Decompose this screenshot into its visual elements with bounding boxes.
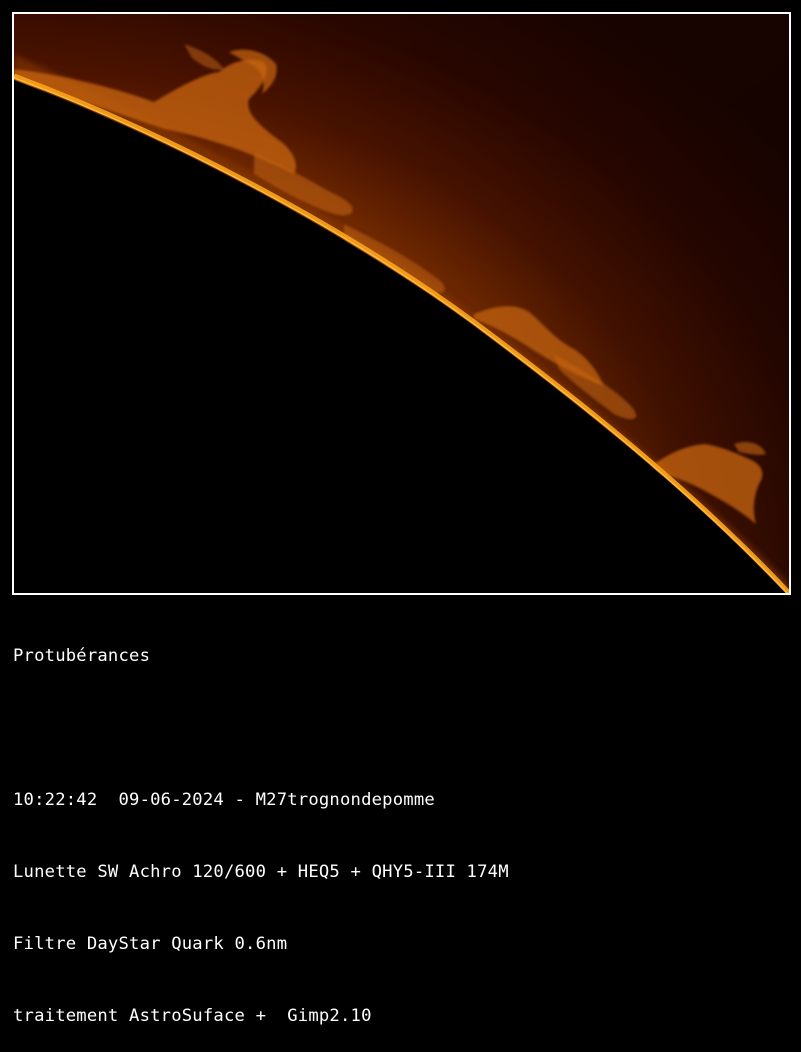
caption-filter: Filtre DayStar Quark 0.6nm	[13, 934, 288, 954]
solar-photo	[12, 12, 791, 595]
caption-block: Protubérances 10:22:42 09-06-2024 - M27t…	[13, 596, 793, 1052]
caption-datetime: 10:22:42 09-06-2024 - M27trognondepomme	[13, 790, 435, 810]
caption-title: Protubérances	[13, 646, 151, 666]
caption-processing: traitement AstroSuface + Gimp2.10	[13, 1006, 372, 1026]
solar-photo-canvas	[14, 14, 789, 593]
caption-equipment: Lunette SW Achro 120/600 + HEQ5 + QHY5-I…	[13, 862, 509, 882]
